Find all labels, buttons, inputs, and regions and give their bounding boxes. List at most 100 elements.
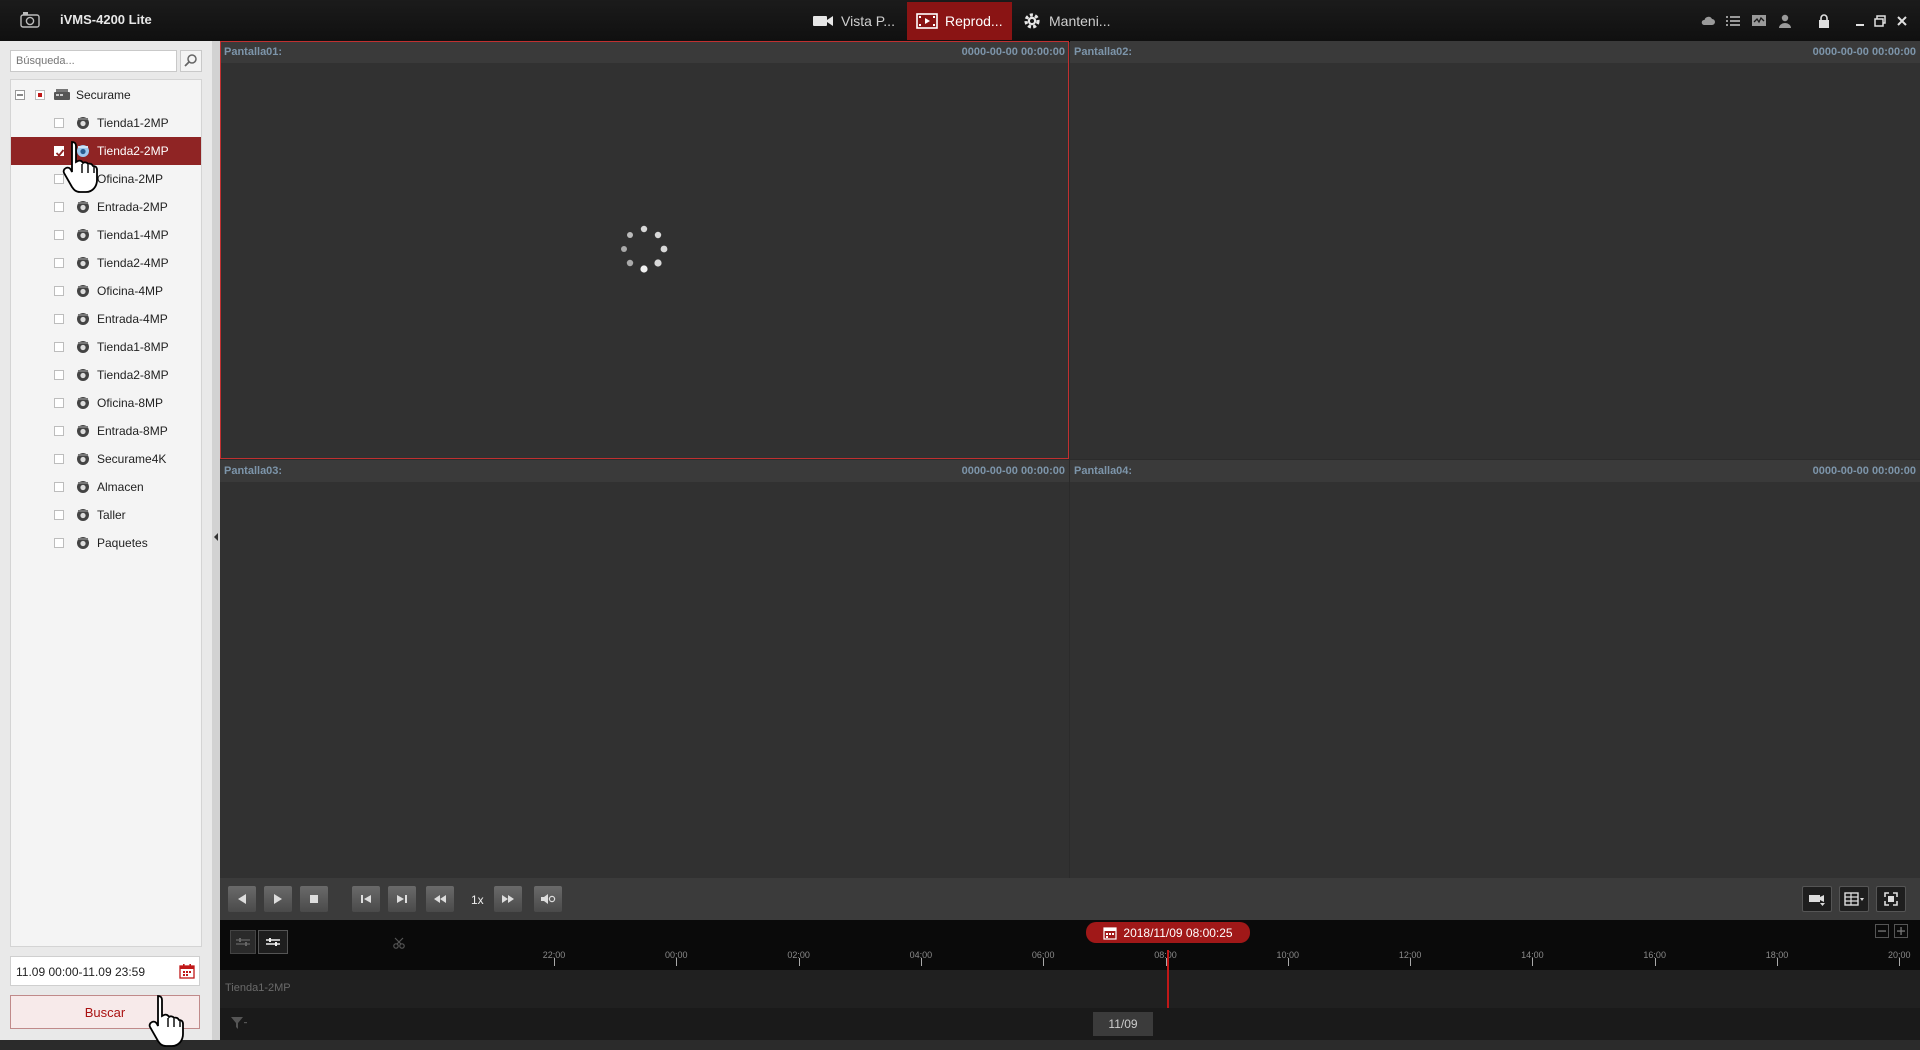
lock-icon[interactable] (1816, 13, 1832, 29)
camera-checkbox[interactable] (54, 202, 64, 212)
close-icon[interactable] (1894, 13, 1910, 29)
timeline-tick-label: 08:00 (1154, 950, 1177, 960)
collapse-panel-arrow-icon[interactable] (213, 533, 219, 541)
dome-camera-icon (77, 341, 89, 353)
timeline-tick-label: 14:00 (1521, 950, 1544, 960)
camera-item[interactable]: Tienda2-2MP (11, 137, 201, 165)
clip-scissors-icon[interactable] (392, 936, 406, 950)
zoom-out-button[interactable] (1875, 924, 1889, 938)
stop-button[interactable] (300, 886, 328, 912)
reverse-play-button[interactable] (228, 886, 256, 912)
tree-root[interactable]: Securame (11, 81, 201, 109)
camera-item[interactable]: Tienda2-4MP (11, 249, 201, 277)
timeline-footer (220, 1008, 1920, 1040)
camera-checkbox[interactable] (54, 398, 64, 408)
play-button[interactable] (264, 886, 292, 912)
video-pane-2[interactable]: Pantalla02: 0000-00-00 00:00:00 (1070, 41, 1920, 459)
playback-speed-label: 1x (471, 893, 484, 907)
minimize-icon[interactable] (1852, 13, 1868, 29)
nav-tab-maintenance[interactable]: Manteni... (1013, 2, 1119, 40)
camera-checkbox[interactable] (54, 482, 64, 492)
slow-down-button[interactable] (426, 886, 454, 912)
speed-up-button[interactable] (494, 886, 522, 912)
timeline-tick-label: 04:00 (909, 950, 933, 960)
timeline-cursor[interactable] (1167, 950, 1169, 1008)
camera-checkbox[interactable] (54, 314, 64, 324)
frame-forward-button[interactable] (388, 886, 416, 912)
play-icon (274, 894, 282, 904)
camera-item[interactable]: Tienda2-8MP (11, 361, 201, 389)
camera-checkbox[interactable] (54, 118, 64, 128)
camera-checkbox[interactable] (54, 426, 64, 436)
fullscreen-button[interactable] (1876, 886, 1906, 912)
pane-timestamp: 0000-00-00 00:00:00 (1812, 46, 1916, 58)
window-layout-button[interactable] (1839, 886, 1869, 912)
camera-checkbox[interactable] (54, 538, 64, 548)
camera-checkbox[interactable] (54, 258, 64, 268)
camera-label: Oficina-8MP (97, 396, 164, 410)
playback-control-bar: 1x (220, 878, 1920, 920)
camera-checkbox[interactable] (54, 230, 64, 240)
restore-icon[interactable] (1872, 13, 1888, 29)
camera-checkbox[interactable] (54, 286, 64, 296)
pane-name: Pantalla04: (1074, 465, 1133, 477)
frame-back-button[interactable] (352, 886, 380, 912)
camera-item[interactable]: Entrada-2MP (11, 193, 201, 221)
audio-toggle-button[interactable] (534, 886, 562, 912)
current-time-badge[interactable]: 2018/11/09 08:00:25 (1086, 922, 1250, 943)
camera-item[interactable]: Entrada-8MP (11, 417, 201, 445)
sliders-active-icon (266, 938, 280, 946)
search-icon (184, 54, 197, 67)
camera-item[interactable]: Tienda1-2MP (11, 109, 201, 137)
camera-item[interactable]: Tienda1-8MP (11, 333, 201, 361)
root-checkbox[interactable] (35, 90, 45, 100)
camera-item[interactable]: Tienda1-4MP (11, 221, 201, 249)
calendar-icon[interactable] (179, 963, 195, 979)
cloud-icon[interactable] (1700, 13, 1716, 29)
camera-item[interactable]: Taller (11, 501, 201, 529)
gear-icon (1024, 13, 1040, 29)
filter-icon[interactable] (230, 1016, 248, 1030)
timeline-tick-label: 16:00 (1643, 950, 1666, 960)
camera-item[interactable]: Paquetes (11, 529, 201, 557)
dome-camera-icon (77, 369, 89, 381)
user-icon[interactable] (1777, 13, 1793, 29)
app-title: iVMS-4200 Lite (60, 12, 152, 27)
video-pane-4[interactable]: Pantalla04: 0000-00-00 00:00:00 (1070, 460, 1920, 878)
camera-checkbox[interactable] (54, 510, 64, 520)
timeline-tick-label: 12:00 (1398, 950, 1422, 960)
pane-header: Pantalla03: 0000-00-00 00:00:00 (220, 460, 1069, 482)
camera-checkbox[interactable] (54, 454, 64, 464)
download-video-button[interactable] (1802, 886, 1832, 912)
timeline-adjust-button[interactable] (258, 930, 288, 954)
camera-checkbox[interactable] (54, 370, 64, 380)
list-icon[interactable] (1725, 13, 1741, 29)
search-button[interactable] (180, 50, 202, 72)
camera-label: Tienda1-2MP (97, 116, 169, 130)
timeline-expand-button[interactable] (230, 930, 256, 954)
camera-item[interactable]: Almacen (11, 473, 201, 501)
monitor-icon[interactable] (1751, 13, 1767, 29)
video-pane-3[interactable]: Pantalla03: 0000-00-00 00:00:00 (220, 460, 1069, 878)
mute-icon (541, 894, 556, 904)
collapse-icon[interactable] (15, 90, 25, 100)
camera-item[interactable]: Entrada-4MP (11, 305, 201, 333)
camera-item[interactable]: Securame4K (11, 445, 201, 473)
camera-item[interactable]: Oficina-8MP (11, 389, 201, 417)
nav-tab-playback[interactable]: Reprod... (907, 2, 1012, 40)
hand-pointer-cursor-icon (148, 995, 184, 1047)
camera-label: Tienda2-4MP (97, 256, 169, 270)
date-range-field[interactable]: 11.09 00:00-11.09 23:59 (10, 956, 200, 986)
dome-camera-icon (77, 397, 89, 409)
nav-tab-live-view[interactable]: Vista P... (803, 2, 904, 40)
camera-checkbox[interactable] (54, 342, 64, 352)
fullscreen-icon (1884, 892, 1898, 906)
camera-item[interactable]: Oficina-2MP (11, 165, 201, 193)
zoom-in-button[interactable] (1894, 924, 1908, 938)
timeline-tick-label: 02:00 (787, 950, 810, 960)
video-pane-1[interactable]: Pantalla01: 0000-00-00 00:00:00 (220, 41, 1069, 459)
app-logo-icon (20, 12, 40, 28)
date-range-text: 11.09 00:00-11.09 23:59 (16, 965, 145, 979)
camera-item[interactable]: Oficina-4MP (11, 277, 201, 305)
search-input[interactable] (10, 50, 177, 72)
